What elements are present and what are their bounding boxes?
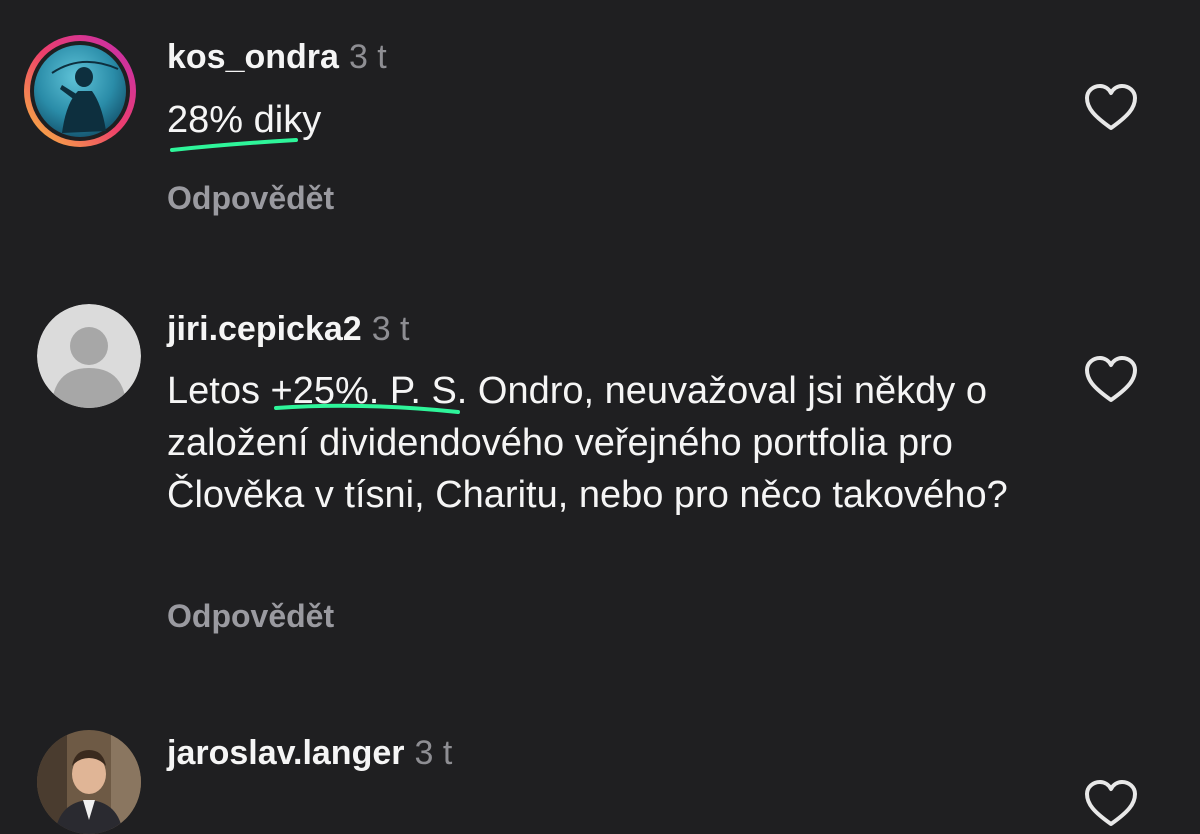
avatar-photo (37, 730, 141, 834)
comment-username[interactable]: jiri.cepicka2 3 t (167, 312, 410, 346)
comment-text: 28% diky (167, 99, 322, 141)
heart-icon[interactable] (1084, 356, 1138, 404)
username-text[interactable]: jiri.cepicka2 (167, 310, 362, 348)
default-avatar-icon (37, 304, 141, 408)
comment-timestamp: 3 t (348, 38, 387, 76)
comment-timestamp: 3 t (371, 310, 410, 348)
comment-username[interactable]: kos_ondra 3 t (167, 40, 387, 74)
avatar-story-ring (24, 35, 136, 147)
username-text[interactable]: jaroslav.langer (167, 734, 405, 772)
username-text[interactable]: kos_ondra (167, 38, 339, 76)
reply-button[interactable]: Odpovědět (167, 182, 334, 214)
avatar[interactable] (37, 304, 141, 408)
comment-text: Letos +25%. P. S. Ondro, neuvažoval jsi … (167, 370, 1008, 516)
comment-username[interactable]: jaroslav.langer 3 t (167, 736, 452, 770)
heart-icon[interactable] (1084, 84, 1138, 132)
avatar[interactable] (37, 730, 141, 834)
comment-timestamp: 3 t (414, 734, 453, 772)
heart-icon[interactable] (1084, 780, 1138, 828)
reply-button[interactable]: Odpovědět (167, 600, 334, 632)
avatar[interactable] (22, 33, 138, 149)
